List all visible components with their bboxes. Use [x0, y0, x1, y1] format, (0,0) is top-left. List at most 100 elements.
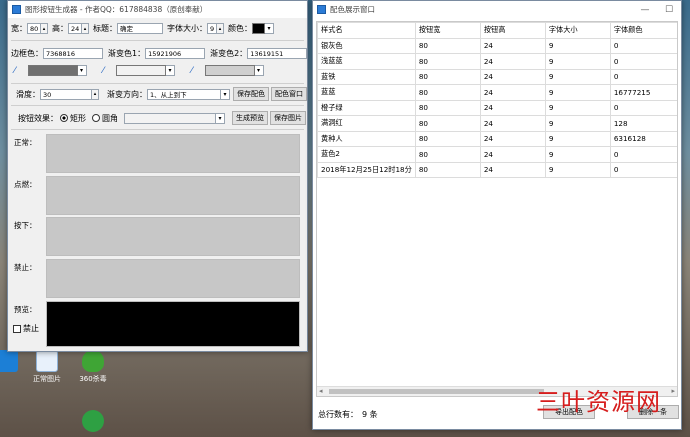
radio-round-label[interactable]: 圆角: [102, 113, 118, 124]
gradient1-dropdown[interactable]: ▾: [166, 65, 176, 76]
direction-select[interactable]: 1、从上到下: [147, 88, 221, 100]
table-row[interactable]: 银灰色 80 24 9 0: [317, 37, 677, 54]
font-size-spinner[interactable]: ▴: [217, 23, 224, 34]
disable-checkbox-row[interactable]: 禁止: [13, 323, 39, 334]
table-cell: 0: [609, 53, 677, 70]
radio-rect-icon[interactable]: [60, 114, 68, 122]
table-row[interactable]: 蓝色2 80 24 9 0: [317, 146, 677, 163]
table-cell: 80: [414, 146, 481, 163]
table-cell: 24: [479, 53, 546, 70]
gradient1-label: 渐变色1：: [108, 49, 146, 58]
table-cell: 9: [544, 161, 611, 178]
font-color-swatch[interactable]: [252, 23, 265, 34]
direction-dropdown[interactable]: ▾: [221, 88, 230, 100]
gradient2-swatch[interactable]: [204, 65, 255, 76]
table-cell: 黄种人: [317, 130, 416, 147]
border-color-input[interactable]: 7368816: [43, 48, 103, 59]
minimize-icon[interactable]: —: [633, 5, 657, 15]
table-cell: 80: [414, 161, 481, 178]
save-color-button[interactable]: 保存配色: [233, 87, 269, 101]
maximize-icon[interactable]: ☐: [657, 5, 681, 15]
caption-input[interactable]: 确定: [117, 23, 163, 34]
scroll-left-icon[interactable]: ◂: [319, 387, 323, 395]
border-color-dropdown[interactable]: ▾: [77, 65, 87, 76]
table-row[interactable]: 蓝铁 80 24 9 0: [317, 68, 677, 85]
save-image-button[interactable]: 保存图片: [270, 111, 306, 125]
eyedropper-icon[interactable]: ⁄: [191, 66, 193, 76]
color-label: 颜色：: [228, 24, 252, 33]
watermark: 三叶资源网: [536, 388, 661, 416]
desktop-icon-360[interactable]: 360杀毒: [70, 350, 116, 384]
checkbox-icon[interactable]: [13, 324, 21, 333]
table-cell: 蓝蓝: [317, 84, 416, 101]
table-row[interactable]: 2018年12月25日12时18分 80 24 9 0: [317, 161, 677, 178]
eyedropper-icon[interactable]: ⁄: [103, 66, 105, 76]
column-header[interactable]: 字体大小: [544, 22, 611, 39]
font-color-dropdown[interactable]: ▾: [265, 23, 274, 34]
column-header[interactable]: 按钮高: [479, 22, 546, 39]
width-input[interactable]: 80: [27, 23, 41, 34]
table-cell: 2018年12月25日12时18分: [317, 161, 416, 178]
table-cell: 80: [414, 37, 481, 54]
table-cell: 16777215: [609, 84, 677, 101]
column-header[interactable]: 字体颜色: [609, 22, 677, 39]
table-cell: 24: [479, 99, 546, 116]
desktop-icon-plus[interactable]: [70, 410, 116, 434]
gradient1-input[interactable]: 15921906: [145, 48, 206, 59]
smooth-spinner[interactable]: ▴: [92, 88, 99, 100]
table-cell: 9: [544, 53, 611, 70]
width-spinner[interactable]: ▴: [41, 23, 48, 34]
color-display-window: 配色展示窗口 — ☐ 样式名 按钮宽 按钮高 字体大小 字体颜色 银灰色 80 24…: [312, 0, 682, 430]
window-title: 配色展示窗口: [330, 5, 375, 14]
total-value: 9 条: [362, 410, 378, 419]
height-input[interactable]: 24: [68, 23, 82, 34]
table-cell: 24: [479, 161, 546, 178]
height-label: 高：: [52, 24, 68, 33]
table-cell: 9: [544, 84, 611, 101]
effect-label: 按钮效果：: [18, 113, 58, 123]
table-cell: 6316128: [609, 130, 677, 147]
table-container: 样式名 按钮宽 按钮高 字体大小 字体颜色 银灰色 80 24 9 0 浅蓝蓝 80 24 9…: [316, 21, 678, 397]
font-size-label: 字体大小：: [167, 24, 207, 33]
table-row[interactable]: 橙子绿 80 24 9 0: [317, 99, 677, 116]
table-row[interactable]: 浅蓝蓝 80 24 9 0: [317, 53, 677, 70]
eyedropper-icon[interactable]: ⁄: [14, 66, 16, 76]
table-cell: 浅蓝蓝: [317, 53, 416, 70]
scroll-right-icon[interactable]: ▸: [671, 387, 675, 395]
desktop-icon-partial[interactable]: [0, 350, 30, 374]
height-spinner[interactable]: ▴: [82, 23, 89, 34]
table-cell: 80: [414, 130, 481, 147]
smooth-input[interactable]: 30: [40, 88, 92, 100]
table-row[interactable]: 蓝蓝 80 24 9 16777215: [317, 84, 677, 101]
smooth-row: 滑度： 30 ▴ 渐变方向： 1、从上到下 ▾ 保存配色 配色窗口: [16, 87, 307, 101]
table-cell: 橙子绿: [317, 99, 416, 116]
gradient1-swatch[interactable]: [116, 65, 167, 76]
font-size-input[interactable]: 9: [207, 23, 217, 34]
column-header[interactable]: 样式名: [317, 22, 416, 39]
app-icon: [317, 5, 326, 14]
disable-checkbox-label[interactable]: 禁止: [23, 323, 39, 334]
desktop-icon-normal-image[interactable]: 正常图片: [24, 350, 70, 384]
border-color-swatch[interactable]: [27, 65, 78, 76]
hover-preview: [46, 176, 300, 215]
generate-preview-button[interactable]: 生成预览: [232, 111, 268, 125]
divider: [11, 40, 304, 41]
style-select[interactable]: [124, 112, 216, 124]
style-dropdown[interactable]: ▾: [216, 112, 225, 124]
gradient2-dropdown[interactable]: ▾: [254, 65, 264, 76]
divider: [11, 105, 304, 106]
table-row[interactable]: 满洞红 80 24 9 128: [317, 115, 677, 132]
table-cell: 0: [609, 146, 677, 163]
color-window-button[interactable]: 配色窗口: [271, 87, 307, 101]
disabled-preview: [46, 259, 300, 298]
radio-rect-label[interactable]: 矩形: [70, 113, 86, 124]
radio-round-icon[interactable]: [92, 114, 100, 122]
table-cell: 24: [479, 37, 546, 54]
gradient2-input[interactable]: 13619151: [247, 48, 308, 59]
table-cell: 0: [609, 99, 677, 116]
scrollbar-thumb[interactable]: [329, 389, 544, 394]
column-header[interactable]: 按钮宽: [414, 22, 481, 39]
table-row[interactable]: 黄种人 80 24 9 6316128: [317, 130, 677, 147]
table-cell: 24: [479, 130, 546, 147]
pressed-preview: [46, 217, 300, 256]
